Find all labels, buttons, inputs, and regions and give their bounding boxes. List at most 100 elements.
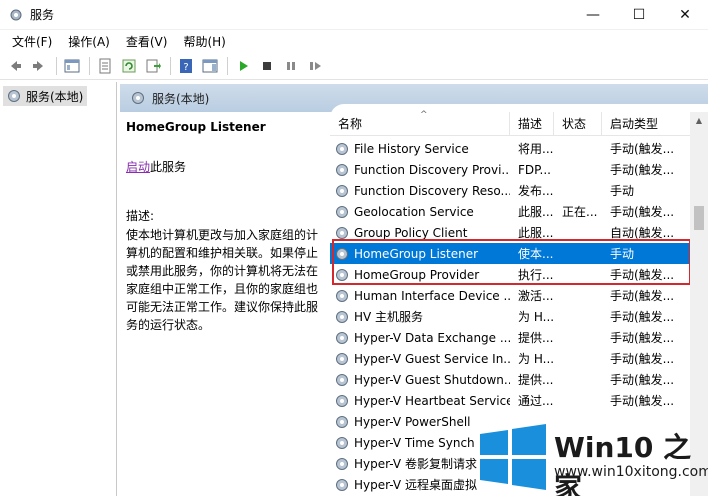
service-name-cell: Hyper-V Data Exchange ... <box>330 330 510 346</box>
service-description: FDP... <box>518 162 551 177</box>
table-row[interactable]: Geolocation Service 此服... 正在... 手动(触发... <box>330 201 690 222</box>
service-description: 此服... <box>518 205 554 219</box>
service-startup-type: 手动(触发... <box>610 268 675 282</box>
table-row[interactable]: Hyper-V Data Exchange ... 提供... 手动(触发... <box>330 327 690 348</box>
table-row[interactable]: Function Discovery Reso... 发布... 手动 <box>330 180 690 201</box>
vertical-scrollbar[interactable]: ▲ <box>690 112 708 496</box>
gear-icon <box>336 331 348 344</box>
service-name-cell: Hyper-V 远程桌面虚拟 <box>330 476 510 493</box>
column-header-status[interactable]: 状态 <box>554 112 602 135</box>
help-button[interactable]: ? <box>175 55 197 77</box>
table-row[interactable]: Hyper-V Heartbeat Service 通过... 手动(触发... <box>330 390 690 411</box>
table-row[interactable]: Hyper-V Time Synch <box>330 432 690 453</box>
table-row[interactable]: File History Service 将用... 手动(触发... <box>330 138 690 159</box>
scroll-up-icon[interactable]: ▲ <box>690 112 708 128</box>
export-icon <box>146 59 161 72</box>
service-startup-type: 手动(触发... <box>610 373 675 387</box>
gear-icon <box>336 205 348 218</box>
close-button[interactable]: ✕ <box>662 0 708 30</box>
table-row[interactable]: Hyper-V Guest Shutdown... 提供... 手动(触发... <box>330 369 690 390</box>
minimize-button[interactable]: — <box>570 0 616 30</box>
show-hide-action-pane-button[interactable] <box>199 55 221 77</box>
properties-button[interactable] <box>94 55 116 77</box>
table-row[interactable]: Human Interface Device ... 激活... 手动(触发... <box>330 285 690 306</box>
forward-button[interactable] <box>28 55 50 77</box>
console-tree-button[interactable] <box>61 55 83 77</box>
tree-item-services-local[interactable]: 服务(本地) <box>3 86 87 106</box>
service-description: 使本... <box>518 247 554 261</box>
gear-icon <box>132 92 144 104</box>
toolbar-separator <box>170 56 171 75</box>
column-header-description[interactable]: 描述 <box>510 112 554 135</box>
service-name-cell: HomeGroup Listener <box>330 246 510 262</box>
svg-text:?: ? <box>183 62 188 73</box>
service-name-cell: Function Discovery Reso... <box>330 183 510 199</box>
menu-bar: 文件(F) 操作(A) 查看(V) 帮助(H) <box>0 30 708 52</box>
service-startup-type: 自动(触发... <box>610 226 675 240</box>
toolbar-separator <box>89 56 90 75</box>
pause-service-button[interactable] <box>280 55 302 77</box>
service-name-cell: Human Interface Device ... <box>330 288 510 304</box>
column-header-name[interactable]: ^ 名称 <box>330 110 510 135</box>
service-startup-type: 手动 <box>610 184 635 198</box>
menu-help[interactable]: 帮助(H) <box>175 33 233 50</box>
menu-action[interactable]: 操作(A) <box>60 33 118 50</box>
description-label: 描述: <box>126 209 155 223</box>
column-header-startup-type[interactable]: 启动类型 <box>602 112 682 135</box>
stop-service-button[interactable] <box>256 55 278 77</box>
export-button[interactable] <box>142 55 164 77</box>
gear-icon <box>336 310 348 323</box>
start-service-link[interactable]: 启动 <box>126 160 150 174</box>
service-name: Hyper-V Heartbeat Service <box>354 393 510 408</box>
service-startup-type: 手动(触发... <box>610 205 675 219</box>
gear-icon <box>336 184 348 197</box>
back-button[interactable] <box>4 55 26 77</box>
table-row[interactable]: Hyper-V PowerShell <box>330 411 690 432</box>
table-row[interactable]: Function Discovery Provi... FDP... 手动(触发..… <box>330 159 690 180</box>
service-startup-type: 手动(触发... <box>610 163 675 177</box>
gear-icon <box>336 457 348 470</box>
service-name: HomeGroup Provider <box>354 267 480 282</box>
service-name: File History Service <box>354 141 469 156</box>
toolbar-separator <box>227 56 228 75</box>
table-row[interactable]: Hyper-V 远程桌面虚拟 <box>330 474 690 495</box>
gear-icon <box>336 415 348 428</box>
refresh-button[interactable] <box>118 55 140 77</box>
menu-file[interactable]: 文件(F) <box>4 33 60 50</box>
table-row[interactable]: Hyper-V Guest Service In... 为 H... 手动(触发..… <box>330 348 690 369</box>
table-row[interactable]: HomeGroup Provider 执行... 手动(触发... <box>330 264 690 285</box>
start-service-suffix: 此服务 <box>150 160 187 174</box>
service-name-cell: Hyper-V Time Synch <box>330 435 510 451</box>
table-row[interactable]: HV 主机服务 为 H... 手动(触发... <box>330 306 690 327</box>
table-row[interactable]: Hyper-V 卷影复制请求 <box>330 453 690 474</box>
column-header-row: ^ 名称 描述 状态 启动类型 <box>330 110 690 136</box>
maximize-button[interactable]: ☐ <box>616 0 662 30</box>
start-service-button[interactable] <box>232 55 254 77</box>
service-description: 激活... <box>518 289 554 303</box>
gear-icon <box>336 373 348 386</box>
title-bar: 服务 — ☐ ✕ <box>0 0 708 30</box>
table-row[interactable]: HomeGroup Listener 使本... 手动 <box>330 243 690 264</box>
service-name: HomeGroup Listener <box>354 246 479 261</box>
selected-service-title: HomeGroup Listener <box>126 120 266 134</box>
service-name: Function Discovery Provi... <box>354 162 510 177</box>
action-pane-icon <box>202 59 218 72</box>
description-pane: HomeGroup Listener 启动此服务 描述: 使本地计算机更改与加入… <box>120 112 330 496</box>
table-row[interactable]: Group Policy Client 此服... 自动(触发... <box>330 222 690 243</box>
service-name-cell: Hyper-V 卷影复制请求 <box>330 455 510 472</box>
column-header-description-label: 描述 <box>518 117 543 131</box>
services-app-icon <box>10 9 22 20</box>
service-name: Geolocation Service <box>354 204 474 219</box>
tree-item-label: 服务(本地) <box>26 89 84 104</box>
service-name: Hyper-V 卷影复制请求 <box>354 457 477 471</box>
service-name: Hyper-V Data Exchange ... <box>354 330 510 345</box>
menu-view[interactable]: 查看(V) <box>118 33 176 50</box>
restart-service-button[interactable] <box>304 55 326 77</box>
scrollbar-thumb[interactable] <box>694 206 704 230</box>
service-name-cell: HomeGroup Provider <box>330 267 510 283</box>
gear-icon <box>336 142 348 155</box>
pause-icon <box>287 61 295 70</box>
service-description: 提供... <box>518 331 554 345</box>
gear-icon <box>336 268 348 281</box>
service-description: 将用... <box>518 142 554 156</box>
